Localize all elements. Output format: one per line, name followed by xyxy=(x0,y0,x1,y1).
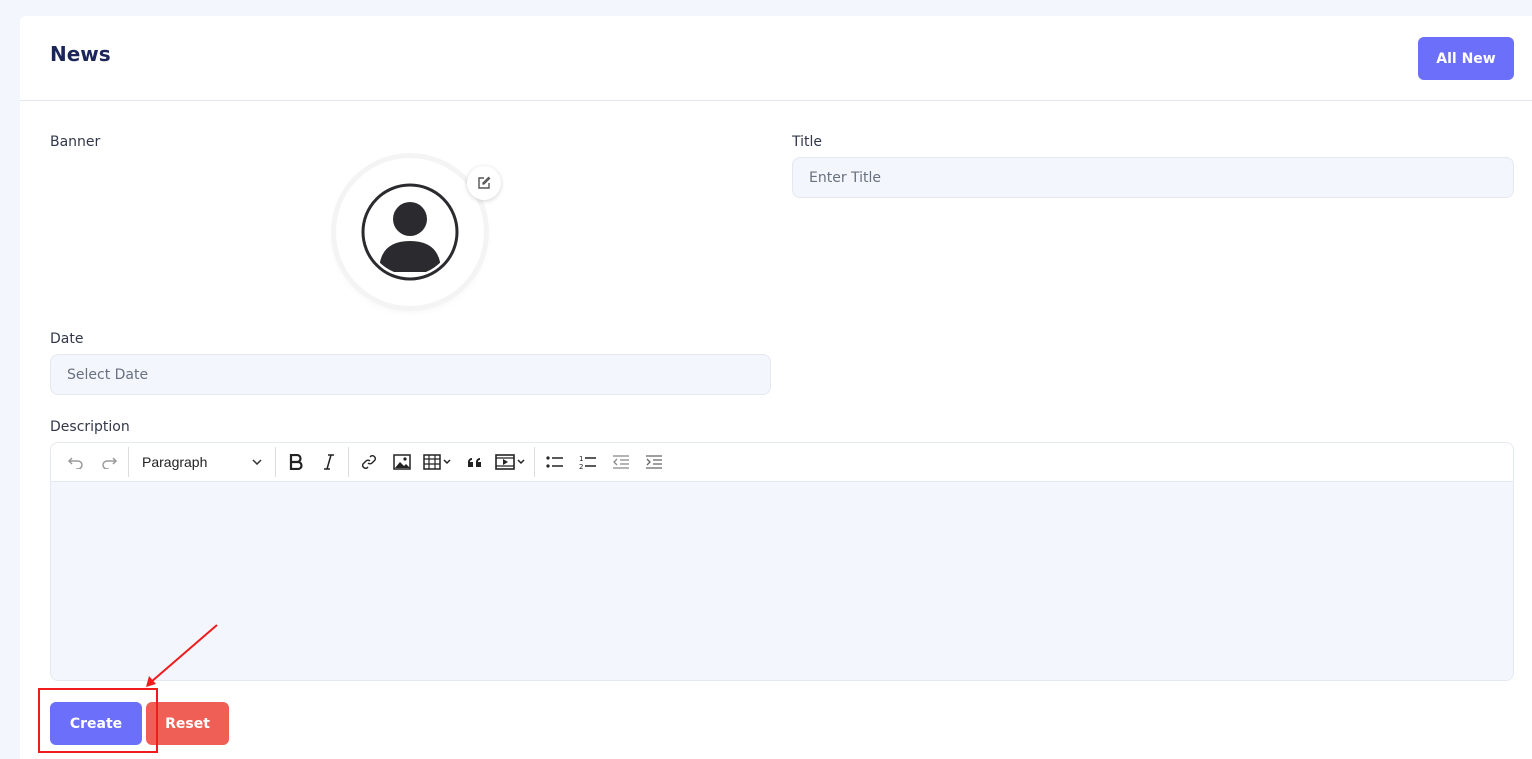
indent-icon[interactable] xyxy=(637,447,670,477)
chevron-down-icon xyxy=(252,459,262,465)
annotation-highlight-box xyxy=(38,688,158,753)
editor-content-area[interactable] xyxy=(51,482,1513,680)
all-new-button[interactable]: All New xyxy=(1418,37,1514,80)
annotation-arrow-icon xyxy=(146,624,218,687)
banner-label: Banner xyxy=(50,134,101,150)
card-header: News All New xyxy=(20,16,1532,101)
toolbar-separator xyxy=(534,447,535,477)
page-title: News xyxy=(50,42,111,66)
outdent-icon[interactable] xyxy=(604,447,637,477)
edit-banner-button[interactable] xyxy=(467,166,501,200)
italic-icon[interactable] xyxy=(312,447,345,477)
media-icon[interactable] xyxy=(491,447,531,477)
bulleted-list-icon[interactable] xyxy=(538,447,571,477)
reset-button[interactable]: Reset xyxy=(146,702,229,745)
redo-icon[interactable] xyxy=(92,447,125,477)
table-icon[interactable] xyxy=(418,447,458,477)
image-icon[interactable] xyxy=(385,447,418,477)
bold-icon[interactable] xyxy=(279,447,312,477)
toolbar-separator xyxy=(348,447,349,477)
title-input[interactable]: Enter Title xyxy=(792,157,1514,198)
date-input[interactable]: Select Date xyxy=(50,354,771,395)
news-card: News All New Banner Title Enter Title Da… xyxy=(20,16,1532,759)
undo-icon[interactable] xyxy=(59,447,92,477)
edit-icon xyxy=(478,176,491,189)
date-label: Date xyxy=(50,331,84,347)
toolbar-separator xyxy=(128,447,129,477)
banner-upload[interactable] xyxy=(336,158,484,306)
user-avatar-icon xyxy=(361,183,459,281)
svg-text:2: 2 xyxy=(579,463,583,470)
block-format-select[interactable]: Paragraph xyxy=(132,447,272,477)
description-label: Description xyxy=(50,419,130,435)
svg-text:1: 1 xyxy=(579,455,583,463)
title-label: Title xyxy=(792,134,823,150)
editor-toolbar: Paragraph 1 2 xyxy=(51,443,1513,482)
numbered-list-icon[interactable]: 12 xyxy=(571,447,604,477)
link-icon[interactable] xyxy=(352,447,385,477)
toolbar-separator xyxy=(275,447,276,477)
quote-icon[interactable] xyxy=(458,447,491,477)
description-editor: Paragraph 1 2 xyxy=(50,442,1514,681)
date-placeholder: Select Date xyxy=(67,366,149,383)
title-placeholder: Enter Title xyxy=(809,169,882,186)
block-format-label: Paragraph xyxy=(142,454,208,470)
